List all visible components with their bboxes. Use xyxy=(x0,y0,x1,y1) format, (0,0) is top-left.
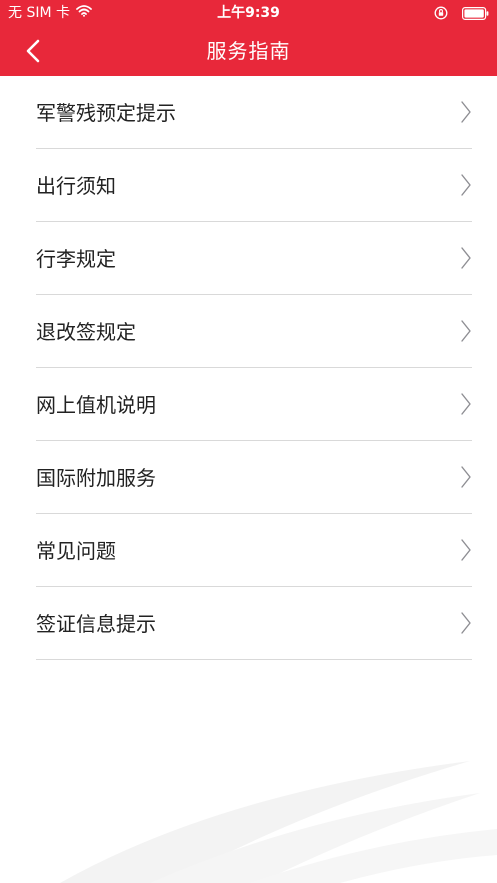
list-item-military-booking[interactable]: 军警残预定提示 xyxy=(36,76,472,149)
header-bar: 无 SIM 卡 上午9:39 服务指南 xyxy=(0,0,497,76)
service-guide-list: 军警残预定提示 出行须知 行李规定 退改签规定 网上值机说明 国际附加服务 常见… xyxy=(0,76,497,660)
wing-watermark xyxy=(60,761,497,883)
chevron-right-icon xyxy=(461,393,471,415)
chevron-right-icon xyxy=(461,247,471,269)
list-item-label: 网上值机说明 xyxy=(36,393,156,417)
list-item-label: 常见问题 xyxy=(36,539,116,563)
chevron-right-icon xyxy=(461,320,471,342)
list-item-international-services[interactable]: 国际附加服务 xyxy=(36,441,472,514)
list-item-visa-info[interactable]: 签证信息提示 xyxy=(36,587,472,660)
chevron-right-icon xyxy=(461,466,471,488)
list-item-travel-notice[interactable]: 出行须知 xyxy=(36,149,472,222)
battery-icon xyxy=(462,5,489,24)
nav-bar: 服务指南 xyxy=(0,26,497,76)
list-item-online-checkin[interactable]: 网上值机说明 xyxy=(36,368,472,441)
status-time: 上午9:39 xyxy=(217,5,280,21)
list-item-label: 签证信息提示 xyxy=(36,612,156,636)
list-item-baggage-rules[interactable]: 行李规定 xyxy=(36,222,472,295)
list-item-label: 退改签规定 xyxy=(36,320,136,344)
page-title: 服务指南 xyxy=(206,39,291,63)
status-right xyxy=(434,5,489,24)
chevron-right-icon xyxy=(461,174,471,196)
chevron-right-icon xyxy=(461,612,471,634)
list-item-refund-change-rules[interactable]: 退改签规定 xyxy=(36,295,472,368)
list-item-label: 出行须知 xyxy=(36,174,116,198)
chevron-right-icon xyxy=(461,539,471,561)
list-item-faq[interactable]: 常见问题 xyxy=(36,514,472,587)
list-item-label: 军警残预定提示 xyxy=(36,101,176,125)
list-item-label: 国际附加服务 xyxy=(36,466,156,490)
list-item-label: 行李规定 xyxy=(36,247,116,271)
orientation-lock-icon xyxy=(434,5,448,24)
chevron-right-icon xyxy=(461,101,471,123)
status-bar: 无 SIM 卡 上午9:39 xyxy=(0,0,497,26)
